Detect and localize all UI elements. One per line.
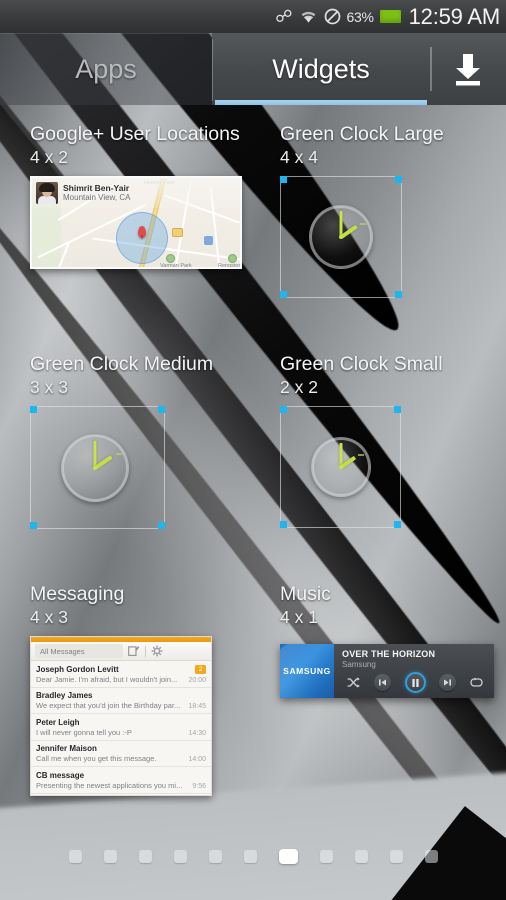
wifi-icon <box>299 9 318 24</box>
messages-filter-chip[interactable]: All Messages <box>35 644 123 658</box>
map-pin-icon <box>138 226 146 238</box>
message-snippet: We expect that you'd join the Birthday p… <box>36 701 181 710</box>
widget-size: 2 x 2 <box>280 377 318 397</box>
bluetooth-icon: ☍ <box>275 7 293 26</box>
album-label: SAMSUNG <box>283 666 331 676</box>
message-time: 14:00 <box>188 756 206 763</box>
widget-preview-clock[interactable] <box>30 406 213 529</box>
download-icon <box>456 54 480 86</box>
widget-preview-music[interactable]: SAMSUNG OVER THE HORIZON Samsung <box>280 644 494 698</box>
message-snippet: Call me when you get this message. <box>36 754 157 763</box>
message-time: 18:45 <box>188 703 206 710</box>
list-item[interactable]: CB message Presenting the newest applica… <box>31 767 211 794</box>
tab-apps[interactable]: Apps <box>0 33 212 105</box>
message-time: 9:56 <box>192 782 206 790</box>
page-dot[interactable] <box>354 850 368 863</box>
message-snippet: Dear Jamie. I'm afraid, but I wouldn't j… <box>36 674 178 684</box>
widget-item-music[interactable]: Music 4 x 1 SAMSUNG OVER THE HORIZON Sam… <box>280 583 494 698</box>
page-dot[interactable] <box>243 850 257 863</box>
album-art: SAMSUNG <box>280 644 334 698</box>
widget-item-green-clock-large[interactable]: Green Clock Large 4 x 4 <box>280 123 444 298</box>
message-sender: Peter Leigh <box>36 717 80 727</box>
widget-item-green-clock-small[interactable]: Green Clock Small 2 x 2 <box>280 353 443 528</box>
tab-widgets-label: Widgets <box>272 53 370 84</box>
widget-title: Green Clock Medium <box>30 353 214 375</box>
map-label-varman-park: Varman Park <box>160 263 192 269</box>
map-user-location: Mountain View, CA <box>63 193 131 203</box>
status-bar-clock: 12:59 AM <box>408 3 501 29</box>
selection-frame <box>280 406 401 528</box>
analog-clock-icon <box>60 433 129 502</box>
battery-icon <box>379 10 401 23</box>
list-item[interactable]: Joseph Gordon Levitt 2 Dear Jamie. I'm a… <box>31 661 211 688</box>
message-sender: CB message <box>36 770 85 780</box>
page-dot[interactable] <box>103 850 117 863</box>
battery-percent: 63% <box>346 8 374 25</box>
track-artist: Samsung <box>342 660 376 669</box>
analog-clock-icon <box>309 205 373 269</box>
list-item[interactable]: Bradley James We expect that you'd join … <box>31 688 211 714</box>
widget-grid: Google+ User Locations 4 x 2 Varman Park… <box>0 105 506 820</box>
list-item[interactable]: Peter Leigh I will never gonna tell you … <box>31 714 211 741</box>
tab-active-underline <box>215 100 427 105</box>
page-dot[interactable] <box>68 850 82 863</box>
shuffle-icon[interactable] <box>346 675 361 690</box>
repeat-icon[interactable] <box>469 675 484 690</box>
tab-bar: Apps Widgets <box>0 33 506 105</box>
page-indicator <box>0 849 506 864</box>
map-user-name: Shimrit Ben-Yair <box>63 182 130 193</box>
analog-clock-icon <box>310 437 371 497</box>
gear-icon[interactable] <box>151 645 163 657</box>
message-sender: Joseph Gordon Levitt <box>36 664 119 674</box>
pause-icon[interactable] <box>404 672 426 693</box>
page-dot-active[interactable] <box>278 849 298 864</box>
message-time: 20:00 <box>188 676 206 684</box>
widget-preview-map[interactable]: Varman Park Rengstorff Hooker Park Shimr… <box>30 176 242 269</box>
page-dot[interactable] <box>173 850 187 863</box>
page-dot[interactable] <box>389 850 403 863</box>
track-title: OVER THE HORIZON <box>342 649 436 659</box>
map-label-rengstorff: Rengstorff <box>218 263 242 269</box>
widget-item-green-clock-medium[interactable]: Green Clock Medium 3 x 3 <box>30 353 213 529</box>
compose-icon[interactable] <box>128 645 140 657</box>
widget-title: Music <box>280 583 331 605</box>
android-widget-picker-screen: ☍ 63% 12:59 AM Apps Widgets Google+ User… <box>0 0 506 900</box>
widget-title: Messaging <box>30 583 125 605</box>
widget-size: 3 x 3 <box>30 377 68 397</box>
page-dot[interactable] <box>319 850 333 863</box>
page-dot[interactable] <box>208 850 222 863</box>
widget-size: 4 x 4 <box>280 147 318 167</box>
page-dot[interactable] <box>138 850 152 863</box>
widget-title: Green Clock Large <box>280 123 444 145</box>
widget-item-messaging[interactable]: Messaging 4 x 3 All Messages Joseph Gord… <box>30 583 212 796</box>
widget-size: 4 x 1 <box>280 607 318 627</box>
message-snippet: I will never gonna tell you :-P <box>36 727 132 737</box>
widget-size: 4 x 2 <box>30 147 68 167</box>
widget-size: 4 x 3 <box>30 607 68 627</box>
list-item[interactable]: Jennifer Maison Call me when you get thi… <box>31 741 211 767</box>
download-button[interactable] <box>430 33 506 105</box>
message-sender: Bradley James <box>36 691 93 700</box>
selection-frame <box>280 176 402 298</box>
widget-preview-messaging[interactable]: All Messages Joseph Gordon Levitt 2 Dear… <box>30 636 212 796</box>
widget-item-google-plus-user-locations[interactable]: Google+ User Locations 4 x 2 Varman Park… <box>30 123 242 269</box>
avatar <box>36 182 58 204</box>
status-bar: ☍ 63% 12:59 AM <box>0 0 506 33</box>
widget-preview-clock[interactable] <box>280 406 443 528</box>
tab-widgets[interactable]: Widgets <box>212 33 430 105</box>
selection-frame <box>30 406 165 529</box>
widget-preview-clock[interactable] <box>280 176 444 298</box>
mute-icon <box>324 8 341 25</box>
tab-apps-label: Apps <box>75 53 137 84</box>
previous-icon[interactable] <box>374 674 392 691</box>
message-sender: Jennifer Maison <box>36 744 97 753</box>
page-dot[interactable] <box>424 850 438 863</box>
next-icon[interactable] <box>438 674 456 691</box>
unread-badge: 2 <box>195 664 206 674</box>
message-time: 14:30 <box>188 729 206 737</box>
widget-title: Google+ User Locations <box>30 123 240 145</box>
message-snippet: Presenting the newest applications you m… <box>36 780 183 790</box>
widget-title: Green Clock Small <box>280 353 443 375</box>
